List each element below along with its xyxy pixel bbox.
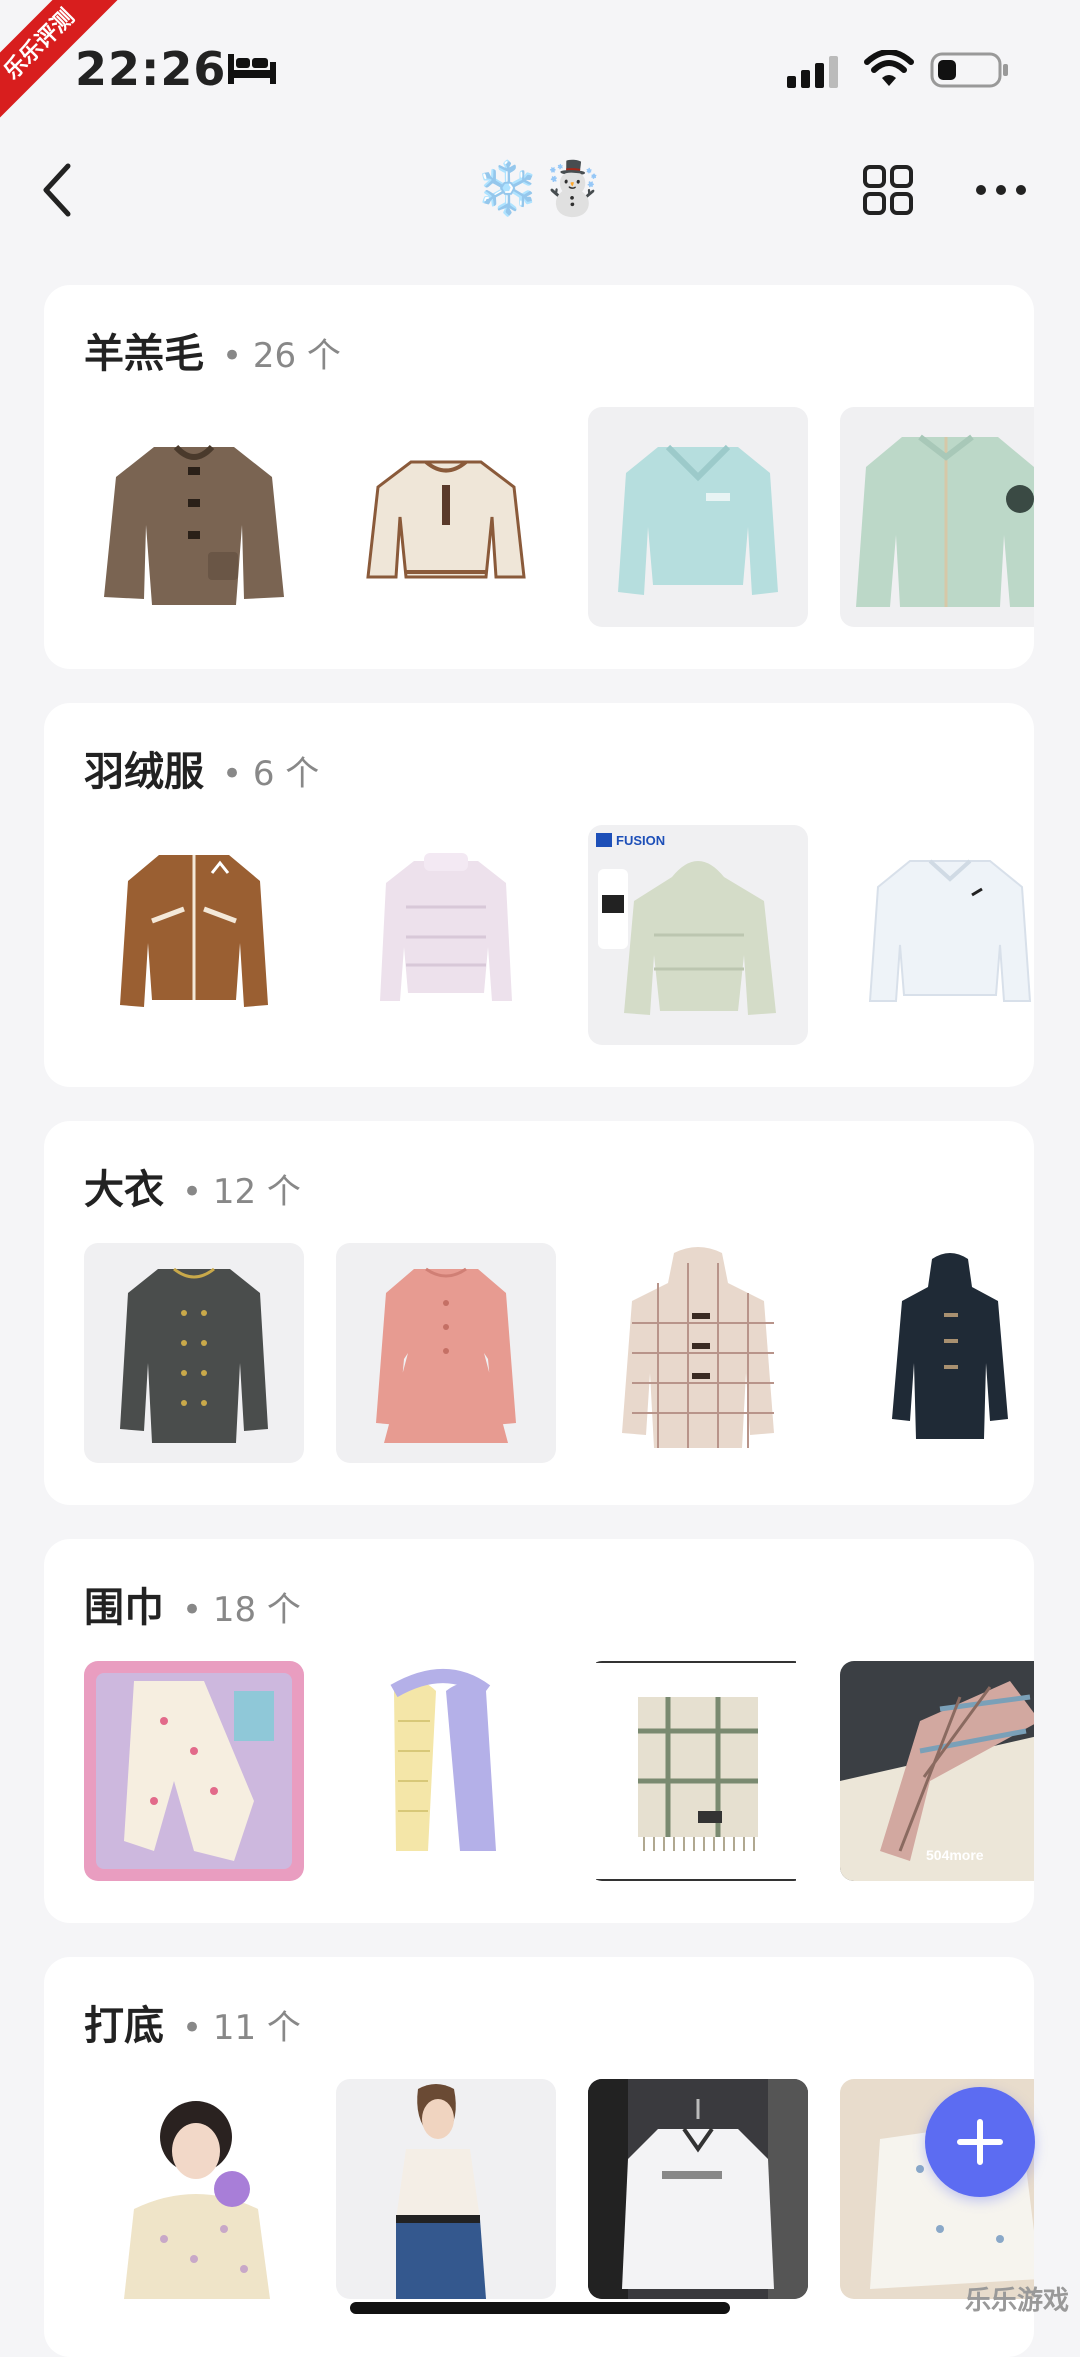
thumbnail-strip: 504more [84,1661,1034,1883]
item-thumbnail[interactable] [336,1243,556,1463]
item-thumbnail[interactable]: FUSION [588,825,808,1045]
item-thumbnail[interactable] [588,407,808,627]
item-thumbnail[interactable] [588,1243,808,1463]
page-title: ❄️☃️ [475,159,605,219]
category-header: 围巾 • 18 个 [84,1575,301,1633]
category-count: • 18 个 [182,1590,301,1630]
item-thumbnail[interactable] [588,1661,808,1881]
item-thumbnail[interactable] [336,407,556,627]
add-button[interactable] [925,2087,1035,2197]
category-card-scarf[interactable]: 围巾 • 18 个 504more [44,1539,1034,1923]
category-card-down-jacket[interactable]: 羽绒服 • 6 个 FUSION [44,703,1034,1087]
cellular-signal-icon [785,54,845,94]
category-card-base-layer[interactable]: 打底 • 11 个 [44,1957,1034,2357]
watermark: 乐乐游戏 [965,2286,1070,2316]
category-name: 围巾 [84,1585,164,1631]
item-thumbnail[interactable]: 504more [840,1661,1034,1881]
item-thumbnail[interactable] [336,825,556,1045]
category-header: 羊羔毛 • 26 个 [84,321,341,379]
category-count: • 11 个 [182,2008,301,2048]
grid-view-icon[interactable] [862,164,914,220]
item-thumbnail[interactable] [840,1243,1034,1463]
plus-icon [957,2119,1003,2165]
item-thumbnail[interactable] [84,407,304,627]
category-card-lambswool[interactable]: 羊羔毛 • 26 个 [44,285,1034,669]
item-thumbnail[interactable] [84,1661,304,1881]
status-bar: 乐乐评测 22:26 [0,0,1080,132]
thumbnail-strip [84,2079,1034,2301]
item-thumbnail[interactable] [84,1243,304,1463]
category-count: • 12 个 [182,1172,301,1212]
category-header: 打底 • 11 个 [84,1993,301,2051]
category-card-coat[interactable]: 大衣 • 12 个 [44,1121,1034,1505]
status-time: 22:26 [75,42,227,96]
thumbnail-strip [84,407,1034,629]
category-name: 打底 [84,2003,164,2049]
brand-tag: FUSION [616,833,666,848]
photo-caption: 504more [926,1847,984,1863]
wifi-icon [864,49,914,94]
category-name: 大衣 [84,1167,164,1213]
home-indicator[interactable] [350,2302,730,2314]
sleep-mode-icon [226,50,278,90]
item-thumbnail[interactable] [336,2079,556,2299]
item-thumbnail[interactable] [840,825,1034,1045]
category-header: 羽绒服 • 6 个 [84,739,319,797]
category-name: 羊羔毛 [84,331,204,377]
nav-bar: ❄️☃️ [0,140,1080,240]
item-thumbnail[interactable] [588,2079,808,2299]
category-header: 大衣 • 12 个 [84,1157,301,1215]
thumbnail-strip: FUSION [84,825,1034,1047]
battery-icon [930,52,1010,92]
item-thumbnail[interactable] [84,825,304,1045]
item-thumbnail[interactable] [336,1661,556,1881]
item-thumbnail[interactable] [84,2079,304,2299]
category-name: 羽绒服 [84,749,204,795]
category-count: • 6 个 [222,754,320,794]
category-count: • 26 个 [222,336,341,376]
item-thumbnail[interactable] [840,407,1034,627]
thumbnail-strip [84,1243,1034,1465]
more-options-icon[interactable] [975,182,1027,201]
